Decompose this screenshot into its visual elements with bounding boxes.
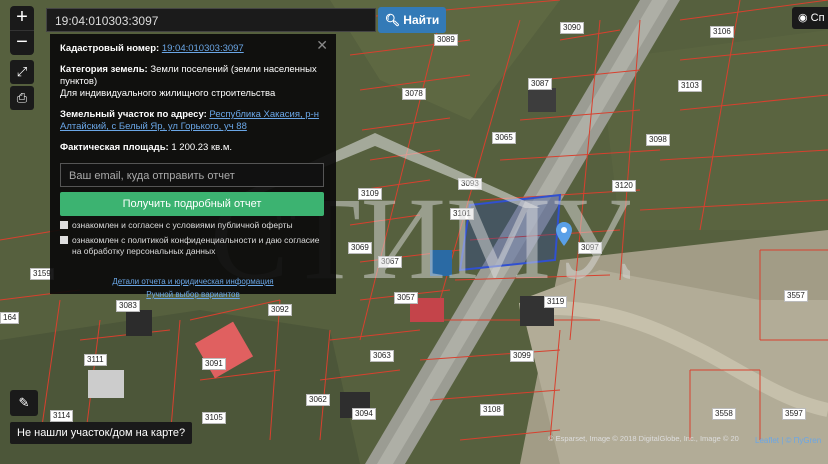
print-icon: ⎙ bbox=[16, 90, 28, 105]
radio-icon: ◉ bbox=[798, 12, 808, 24]
parcel-label: 3092 bbox=[268, 304, 292, 316]
edit-button[interactable]: ✎ bbox=[10, 390, 38, 416]
manual-selection-link[interactable]: Ручной выбор вариантов bbox=[146, 290, 239, 299]
area-value: 1 200.23 кв.м. bbox=[171, 142, 232, 153]
parcel-label: 3083 bbox=[116, 300, 140, 312]
parcel-label: 3094 bbox=[352, 408, 376, 420]
privacy-checkbox-label: ознакомлен с политикой конфиденциальност… bbox=[72, 235, 320, 256]
parcel-label: 3111 bbox=[84, 354, 107, 366]
parcel-label: 3091 bbox=[202, 358, 226, 370]
leaflet-attribution[interactable]: Leaflet | © ПуGren bbox=[755, 436, 821, 445]
zoom-out-button[interactable]: − bbox=[10, 31, 34, 55]
privacy-checkbox[interactable] bbox=[60, 236, 68, 244]
email-input[interactable]: Ваш email, куда отправить отчет bbox=[60, 163, 324, 187]
search-button[interactable]: 🔍︎ Найти bbox=[378, 7, 446, 33]
parcel-label: 3103 bbox=[678, 80, 702, 92]
expand-icon: ⤢ bbox=[16, 64, 28, 79]
address-row: Земельный участок по адресу: Республика … bbox=[60, 109, 326, 133]
parcel-label: 3089 bbox=[434, 34, 458, 46]
parcel-label: 3063 bbox=[370, 350, 394, 362]
parcel-label: 3106 bbox=[710, 26, 734, 38]
area-row: Фактическая площадь: 1 200.23 кв.м. bbox=[60, 142, 326, 154]
offer-checkbox-label: ознакомлен и согласен с условиями публич… bbox=[72, 220, 293, 230]
search-input[interactable]: 19:04:010303:3097 bbox=[46, 8, 376, 32]
parcel-label: 3108 bbox=[480, 404, 504, 416]
parcel-label: 3098 bbox=[646, 134, 670, 146]
privacy-checkbox-row[interactable]: ознакомлен с политикой конфиденциальност… bbox=[60, 235, 326, 257]
area-label: Фактическая площадь: bbox=[60, 142, 169, 153]
close-icon[interactable]: ✕ bbox=[316, 37, 328, 54]
cadastral-label: Кадастровый номер: bbox=[60, 43, 160, 54]
address-label: Земельный участок по адресу: bbox=[60, 109, 207, 120]
cadastral-link[interactable]: 19:04:010303:3097 bbox=[162, 43, 244, 54]
zoom-in-button[interactable]: + bbox=[10, 6, 34, 31]
layers-button[interactable]: ◉ Сп bbox=[792, 7, 828, 29]
zoom-control: + − bbox=[10, 6, 34, 55]
parcel-label: 3105 bbox=[202, 412, 226, 424]
parcel-label: 3557 bbox=[784, 290, 808, 302]
parcel-label: 3090 bbox=[560, 22, 584, 34]
popup-links: Детали отчета и юридическая информация Р… bbox=[60, 275, 326, 301]
parcel-label: 164 bbox=[0, 312, 20, 324]
parcel-label: 3087 bbox=[528, 78, 552, 90]
parcel-label: 3558 bbox=[712, 408, 736, 420]
fullscreen-button[interactable]: ⤢ bbox=[10, 60, 34, 84]
print-button[interactable]: ⎙ bbox=[10, 86, 34, 110]
parcel-label: 3062 bbox=[306, 394, 330, 406]
parcel-label: 3099 bbox=[510, 350, 534, 362]
parcel-label: 3114 bbox=[50, 410, 74, 422]
search-button-label: Найти bbox=[403, 13, 440, 27]
purpose-value: Для индивидуального жилищного строительс… bbox=[60, 88, 276, 99]
parcel-label: 3597 bbox=[782, 408, 806, 420]
offer-checkbox[interactable] bbox=[60, 221, 68, 229]
get-report-button[interactable]: Получить подробный отчет bbox=[60, 192, 324, 216]
category-row: Категория земель: Земли поселений (земли… bbox=[60, 64, 326, 100]
category-label: Категория земель: bbox=[60, 64, 148, 75]
details-link[interactable]: Детали отчета и юридическая информация bbox=[112, 277, 273, 286]
offer-checkbox-row[interactable]: ознакомлен и согласен с условиями публич… bbox=[60, 220, 326, 231]
map-attribution: © Esparset, Image © 2018 DigitalGlobe, I… bbox=[548, 434, 739, 443]
parcel-info-popup: ✕ Кадастровый номер: 19:04:010303:3097 К… bbox=[50, 34, 336, 299]
not-found-button[interactable]: Не нашли участок/дом на карте? bbox=[10, 422, 193, 444]
pencil-icon: ✎ bbox=[18, 395, 30, 410]
cadastral-row: Кадастровый номер: 19:04:010303:3097 bbox=[60, 43, 326, 55]
parcel-label: 3078 bbox=[402, 88, 426, 100]
search-icon: 🔍︎ bbox=[384, 13, 400, 27]
